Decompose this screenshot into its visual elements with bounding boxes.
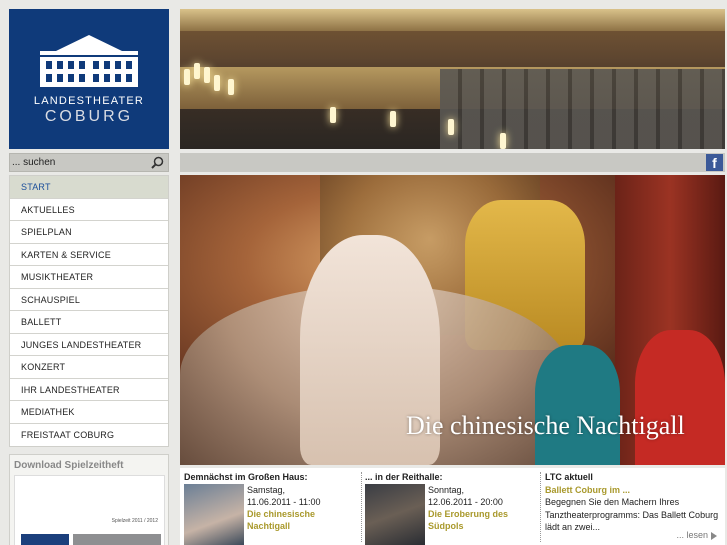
nav-item-schauspiel[interactable]: SCHAUSPIEL — [10, 288, 168, 311]
search-icon[interactable] — [151, 156, 164, 172]
teaser-text: Begegnen Sie den Machern Ihres Tanztheat… — [545, 497, 719, 532]
teaser-heading: LTC aktuell — [545, 472, 593, 482]
site-logo[interactable]: LANDESTHEATER COBURG — [9, 9, 169, 149]
nav-item-aktuelles[interactable]: AKTUELLES — [10, 198, 168, 221]
teaser-grosses-haus: Demnächst im Großen Haus: Samstag, 11.06… — [180, 468, 360, 545]
teaser-datetime: 12.06.2011 - 20:00 — [428, 497, 503, 507]
nav-item-mediathek[interactable]: MEDIATHEK — [10, 401, 168, 424]
theater-building-icon — [40, 35, 138, 87]
logo-line-2: COBURG — [44, 108, 134, 125]
social-bar: f — [180, 153, 725, 172]
teaser-link[interactable]: Die chinesische Nachtigall — [247, 508, 360, 532]
hero-stage-image[interactable]: Die chinesische Nachtigall — [180, 175, 725, 465]
search-box — [9, 153, 169, 172]
teaser-thumbnail[interactable] — [365, 484, 425, 545]
teaser-reithalle: ... in der Reithalle: Sonntag, 12.06.201… — [361, 468, 541, 545]
main-navigation: START AKTUELLES SPIELPLAN KARTEN & SERVI… — [9, 175, 169, 447]
read-more-link[interactable]: ... lesen — [676, 530, 717, 540]
nav-item-musiktheater[interactable]: MUSIKTHEATER — [10, 266, 168, 289]
teaser-datetime: 11.06.2011 - 11:00 — [247, 497, 321, 507]
nav-item-ihr-landestheater[interactable]: IHR LANDESTHEATER — [10, 378, 168, 401]
logo-line-1: LANDESTHEATER — [33, 95, 145, 107]
nav-item-konzert[interactable]: KONZERT — [10, 356, 168, 379]
hero-caption: Die chinesische Nachtigall — [406, 411, 685, 440]
brochure-cover[interactable]: Spielzeit 2011 / 2012 — [14, 475, 165, 545]
read-more-label: ... lesen — [676, 530, 708, 540]
teaser-link[interactable]: Die Eroberung des Südpols — [428, 508, 541, 532]
nav-item-karten-service[interactable]: KARTEN & SERVICE — [10, 243, 168, 266]
teaser-heading: ... in der Reithalle: — [365, 472, 443, 482]
teaser-day: Sonntag, — [428, 485, 465, 495]
header-auditorium-image — [180, 9, 725, 149]
facebook-icon[interactable]: f — [706, 154, 723, 171]
nav-item-start[interactable]: START — [10, 176, 168, 199]
arrow-right-icon — [711, 531, 717, 540]
download-title[interactable]: Download Spielzeitheft — [10, 455, 168, 471]
brochure-cover-text: Spielzeit 2011 / 2012 — [111, 518, 158, 524]
download-season-brochure[interactable]: Download Spielzeitheft Spielzeit 2011 / … — [9, 454, 169, 545]
search-input[interactable] — [12, 155, 147, 170]
teaser-heading: Demnächst im Großen Haus: — [184, 472, 308, 482]
teaser-row: Demnächst im Großen Haus: Samstag, 11.06… — [180, 468, 725, 545]
teaser-link[interactable]: Ballett Coburg im ... — [545, 484, 723, 496]
nav-item-junges-landestheater[interactable]: JUNGES LANDESTHEATER — [10, 333, 168, 356]
nav-item-ballett[interactable]: BALLETT — [10, 311, 168, 334]
nav-item-freistaat-coburg[interactable]: FREISTAAT COBURG — [10, 423, 168, 446]
nav-item-spielplan[interactable]: SPIELPLAN — [10, 221, 168, 244]
teaser-day: Samstag, — [247, 485, 286, 495]
teaser-thumbnail[interactable] — [184, 484, 244, 545]
teaser-ltc-aktuell: LTC aktuell Ballett Coburg im ... Begegn… — [540, 468, 725, 545]
